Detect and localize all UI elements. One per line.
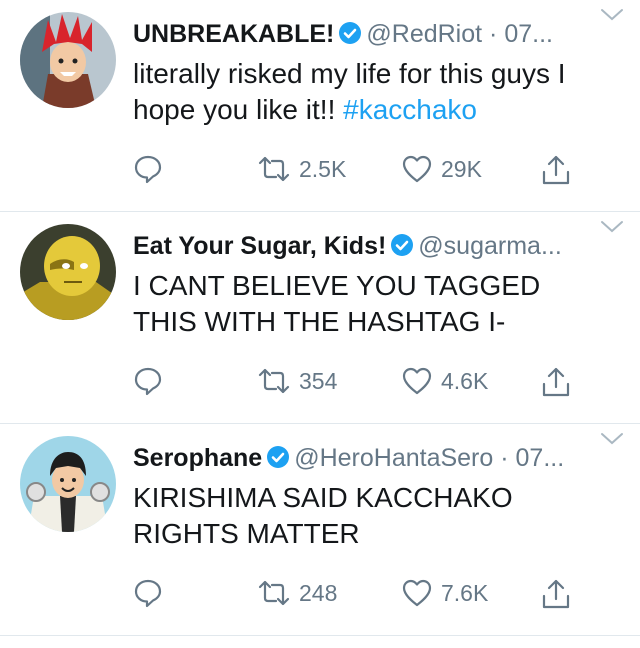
timestamp[interactable]: · 07... (489, 20, 553, 48)
chevron-down-icon[interactable] (600, 220, 624, 234)
avatar[interactable] (20, 436, 116, 532)
tweet-header: Eat Your Sugar, Kids! @sugarma... (133, 230, 600, 262)
retweet-count: 2.5K (299, 155, 347, 182)
reply-button[interactable] (133, 578, 163, 608)
tweet[interactable]: Eat Your Sugar, Kids! @sugarma... I CANT … (0, 212, 640, 424)
share-icon (542, 155, 570, 185)
tweet[interactable]: UNBREAKABLE! @RedRiot · 07... literally r… (0, 0, 640, 212)
reply-icon (134, 579, 162, 608)
tweet-actions: 248 7.6K (133, 578, 593, 614)
retweet-button[interactable]: 2.5K (257, 154, 346, 184)
chevron-down-icon[interactable] (600, 432, 624, 446)
share-button[interactable] (541, 366, 571, 398)
like-icon (402, 579, 432, 607)
reply-icon (134, 155, 162, 184)
tweet-text: literally risked my life for this guys I… (133, 56, 600, 128)
like-count: 7.6K (441, 579, 489, 606)
user-handle[interactable]: @RedRiot (366, 20, 482, 48)
display-name[interactable]: UNBREAKABLE! (133, 20, 334, 48)
share-button[interactable] (541, 578, 571, 610)
retweet-icon (258, 368, 290, 394)
retweet-button[interactable]: 354 (257, 366, 337, 396)
verified-badge-icon (267, 446, 290, 468)
share-icon (542, 367, 570, 397)
like-icon (402, 155, 432, 183)
display-name[interactable]: Eat Your Sugar, Kids! (133, 232, 386, 260)
reply-button[interactable] (133, 154, 163, 184)
retweet-button[interactable]: 248 (257, 578, 337, 608)
tweet-text: KIRISHIMA SAID KACCHAKO RIGHTS MATTER (133, 480, 600, 552)
reply-icon (134, 367, 162, 396)
share-button[interactable] (541, 154, 571, 186)
share-icon (542, 579, 570, 609)
display-name[interactable]: Serophane (133, 444, 262, 472)
avatar[interactable] (20, 224, 116, 320)
retweet-icon (258, 156, 290, 182)
verified-badge-icon (391, 234, 414, 256)
tweet-actions: 354 4.6K (133, 366, 593, 402)
like-icon (402, 367, 432, 395)
retweet-count: 248 (299, 579, 338, 606)
reply-button[interactable] (133, 366, 163, 396)
like-button[interactable]: 29K (401, 154, 482, 184)
avatar[interactable] (20, 12, 116, 108)
retweet-icon (258, 580, 290, 606)
tweet-text-body: KIRISHIMA SAID KACCHAKO RIGHTS MATTER (133, 482, 513, 549)
tweet-text-body: I CANT BELIEVE YOU TAGGED THIS WITH THE … (133, 270, 541, 337)
tweet-header: Serophane @HeroHantaSero · 07... (133, 442, 600, 474)
tweet-actions: 2.5K 29K (133, 154, 593, 190)
tweet-header: UNBREAKABLE! @RedRiot · 07... (133, 18, 600, 50)
like-button[interactable]: 4.6K (401, 366, 488, 396)
like-button[interactable]: 7.6K (401, 578, 488, 608)
user-handle[interactable]: @sugarma... (418, 232, 561, 260)
like-count: 4.6K (441, 367, 489, 394)
verified-badge-icon (339, 22, 362, 44)
retweet-count: 354 (299, 367, 338, 394)
user-handle[interactable]: @HeroHantaSero (294, 444, 493, 472)
tweet[interactable]: Serophane @HeroHantaSero · 07... KIRISHIM… (0, 424, 640, 636)
tweet-text: I CANT BELIEVE YOU TAGGED THIS WITH THE … (133, 268, 600, 340)
timestamp[interactable]: · 07... (500, 444, 564, 472)
like-count: 29K (441, 155, 482, 182)
hashtag-link[interactable]: #kacchako (343, 94, 477, 125)
chevron-down-icon[interactable] (600, 8, 624, 22)
